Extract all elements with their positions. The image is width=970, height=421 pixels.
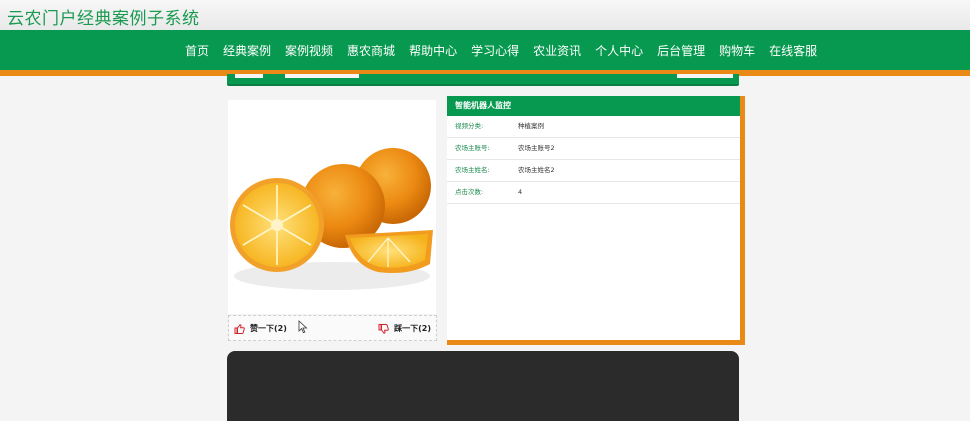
nav-item-news[interactable]: 农业资讯 [533, 42, 581, 59]
nav-item-learning[interactable]: 学习心得 [471, 42, 519, 59]
nav-item-personal-center[interactable]: 个人中心 [595, 42, 643, 59]
detail-row: 点击次数: 4 [447, 182, 740, 204]
detail-label: 农场主账号: [455, 144, 490, 152]
detail-row: 农场主姓名: 农场主姓名2 [447, 160, 740, 182]
thumbs-down-icon [378, 323, 389, 334]
search-field-b[interactable] [285, 74, 359, 78]
detail-label: 视频分类: [455, 122, 484, 130]
detail-value: 4 [518, 188, 523, 196]
detail-row: 视频分类: 种植案例 [447, 116, 740, 138]
detail-value: 种植案例 [518, 122, 544, 130]
search-button[interactable] [677, 74, 733, 78]
search-field-a[interactable] [235, 74, 263, 78]
detail-row: 农场主账号: 农场主账号2 [447, 138, 740, 160]
top-header: 云农门户经典案例子系统 [0, 0, 970, 30]
main-navigation: 首页 经典案例 案例视频 惠农商城 帮助中心 学习心得 农业资讯 个人中心 后台… [0, 30, 970, 76]
video-detail-panel: 智能机器人监控 视频分类: 种植案例 农场主账号: 农场主账号2 农场主姓名: … [447, 96, 745, 345]
search-bar-strip [227, 74, 739, 86]
detail-value: 农场主姓名2 [518, 166, 555, 174]
nav-item-mall[interactable]: 惠农商城 [347, 42, 395, 59]
detail-value: 农场主账号2 [518, 144, 555, 152]
nav-item-help[interactable]: 帮助中心 [409, 42, 457, 59]
vote-bar: 赞一下(2) 踩一下(2) [228, 315, 437, 341]
thumbs-up-icon [234, 323, 245, 334]
video-player[interactable] [227, 351, 739, 421]
nav-list: 首页 经典案例 案例视频 惠农商城 帮助中心 学习心得 农业资讯 个人中心 后台… [178, 42, 824, 59]
orange-image [230, 148, 433, 290]
detail-label: 农场主姓名: [455, 166, 490, 174]
like-label: 赞一下(2) [250, 324, 287, 333]
nav-item-classic-cases[interactable]: 经典案例 [223, 42, 271, 59]
nav-item-cart[interactable]: 购物车 [719, 42, 755, 59]
nav-item-admin[interactable]: 后台管理 [657, 42, 705, 59]
nav-item-support[interactable]: 在线客服 [769, 42, 817, 59]
mouse-cursor-icon [298, 320, 308, 334]
dislike-label: 踩一下(2) [394, 324, 431, 333]
detail-title: 智能机器人监控 [447, 96, 740, 116]
site-title: 云农门户经典案例子系统 [7, 9, 200, 29]
detail-label: 点击次数: [455, 188, 484, 196]
nav-item-home[interactable]: 首页 [185, 42, 209, 59]
like-button[interactable]: 赞一下(2) [234, 323, 287, 334]
dislike-button[interactable]: 踩一下(2) [378, 323, 431, 334]
product-image [228, 100, 436, 314]
nav-item-case-videos[interactable]: 案例视频 [285, 42, 333, 59]
